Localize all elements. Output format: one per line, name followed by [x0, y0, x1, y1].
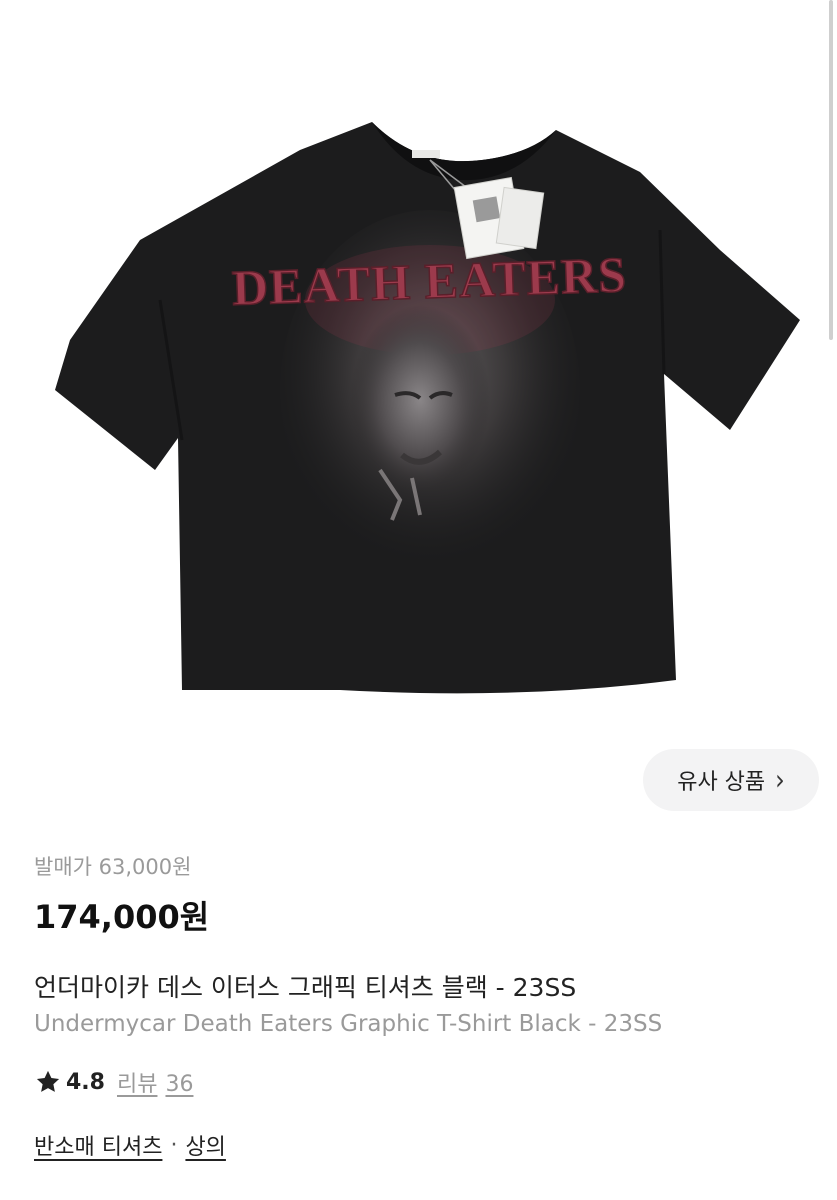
release-price: 발매가 63,000원 — [34, 855, 192, 879]
rating-score: 4.8 — [66, 1069, 105, 1095]
star-icon — [36, 1070, 60, 1092]
product-image[interactable]: DEATH EATERS — [0, 0, 837, 735]
print-face — [350, 305, 490, 495]
category-breadcrumb: 반소매 티셔츠 · 상의 — [34, 1129, 226, 1161]
review-link[interactable]: 리뷰 36 — [117, 1066, 193, 1098]
review-label: 리뷰 — [116, 1072, 158, 1097]
chevron-right-icon: › — [775, 763, 785, 797]
scrollbar[interactable] — [829, 0, 833, 340]
similar-products-label: 유사 상품 — [677, 770, 766, 795]
category-link-top[interactable]: 상의 — [185, 1129, 225, 1161]
rating-row: 4.8 리뷰 36 — [34, 1066, 193, 1098]
category-separator: · — [170, 1132, 178, 1158]
category-link-short-sleeve[interactable]: 반소매 티셔츠 — [34, 1129, 162, 1161]
review-count: 36 — [165, 1072, 194, 1097]
similar-products-button[interactable]: 유사 상품 › — [643, 749, 819, 811]
product-title-korean: 언더마이카 데스 이터스 그래픽 티셔츠 블랙 - 23SS — [34, 973, 577, 1002]
tshirt-illustration: DEATH EATERS — [55, 122, 800, 694]
sale-price: 174,000원 — [34, 898, 210, 936]
product-title-english: Undermycar Death Eaters Graphic T-Shirt … — [34, 1011, 663, 1037]
